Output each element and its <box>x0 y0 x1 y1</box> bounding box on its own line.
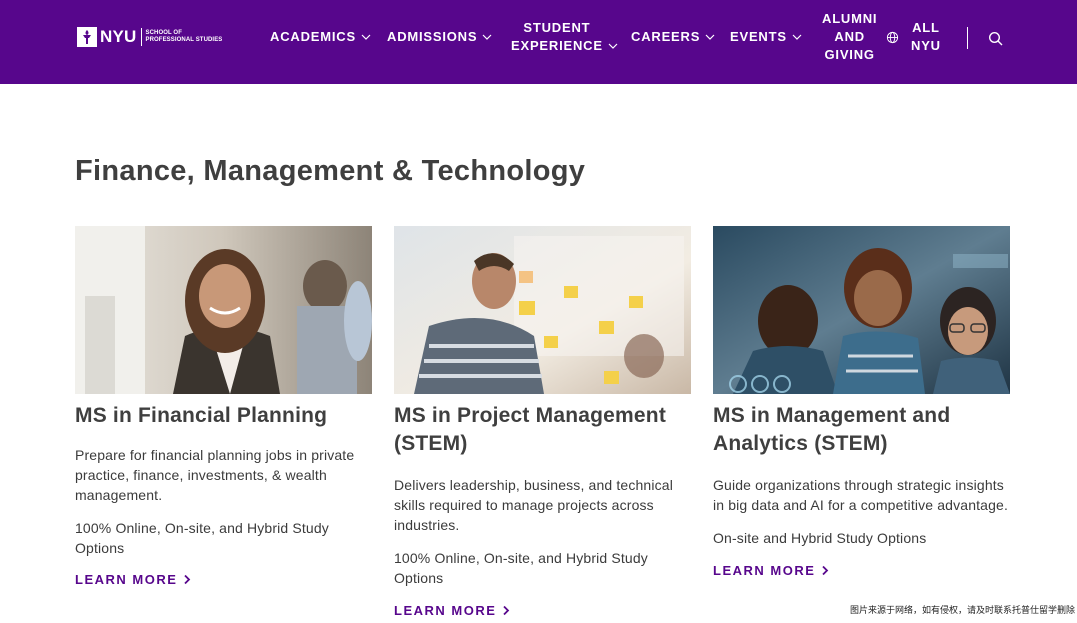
nav-events[interactable]: EVENTS <box>730 28 803 46</box>
program-title[interactable]: MS in Financial Planning <box>75 402 372 430</box>
nyu-sps-logo[interactable]: NYU SCHOOL OF PROFESSIONAL STUDIES <box>77 27 222 47</box>
chevron-down-icon <box>608 43 618 49</box>
globe-icon <box>886 31 899 43</box>
program-title[interactable]: MS in Management and Analytics (STEM) <box>713 402 1010 458</box>
program-card-management-analytics: MS in Management and Analytics (STEM) Gu… <box>713 226 1010 580</box>
logo-subtitle: SCHOOL OF PROFESSIONAL STUDIES <box>146 30 223 44</box>
program-study-options: 100% Online, On-site, and Hybrid Study O… <box>75 520 329 556</box>
nav-events-label: EVENTS <box>730 29 787 44</box>
page-title: Finance, Management & Technology <box>75 155 586 187</box>
chevron-down-icon <box>792 34 802 40</box>
program-title[interactable]: MS in Project Management (STEM) <box>394 402 691 458</box>
logo-sub-line2: PROFESSIONAL STUDIES <box>145 37 223 43</box>
logo-divider <box>140 28 142 46</box>
nav-academics-label: ACADEMICS <box>270 29 356 44</box>
nav-alumni-line1: ALUMNI <box>822 11 878 26</box>
logo-nyu-text: NYU <box>100 27 137 46</box>
program-description: Delivers leadership, business, and techn… <box>394 477 673 533</box>
chevron-right-icon <box>822 565 829 576</box>
learn-more-link[interactable]: LEARN MORE <box>75 572 191 587</box>
learn-more-link[interactable]: LEARN MORE <box>713 563 829 578</box>
nav-alumni-line2: AND <box>834 29 865 44</box>
torch-icon <box>77 27 97 47</box>
image-source-watermark: 图片来源于网络，如有侵权，请及时联系托普仕留学删除 <box>847 602 1077 617</box>
learn-more-label: LEARN MORE <box>713 563 816 578</box>
chevron-down-icon <box>482 34 492 40</box>
program-image[interactable] <box>713 226 1010 394</box>
nav-admissions-label: ADMISSIONS <box>387 29 478 44</box>
program-card-project-management: MS in Project Management (STEM) Delivers… <box>394 226 691 620</box>
nav-student-line1: STUDENT <box>523 20 591 35</box>
search-icon[interactable] <box>988 31 1004 47</box>
nav-all-line1: ALL <box>912 20 940 35</box>
nav-divider <box>967 27 968 49</box>
learn-more-link[interactable]: LEARN MORE <box>394 603 510 618</box>
chevron-down-icon <box>705 34 715 40</box>
logo-sub-line1: SCHOOL OF <box>145 30 182 36</box>
program-card-financial-planning: MS in Financial Planning Prepare for fin… <box>75 226 372 589</box>
program-image[interactable] <box>75 226 372 394</box>
site-header: NYU SCHOOL OF PROFESSIONAL STUDIES ACADE… <box>0 0 1077 84</box>
program-description: Guide organizations through strategic in… <box>713 477 1009 513</box>
learn-more-label: LEARN MORE <box>394 603 497 618</box>
chevron-down-icon <box>361 34 371 40</box>
program-description: Prepare for financial planning jobs in p… <box>75 447 355 503</box>
nav-alumni-line3: GIVING <box>824 47 875 62</box>
program-study-options: 100% Online, On-site, and Hybrid Study O… <box>394 550 648 586</box>
nav-admissions[interactable]: ADMISSIONS <box>387 28 493 46</box>
chevron-right-icon <box>503 605 510 616</box>
nav-all-nyu[interactable]: ALL NYU <box>886 19 941 55</box>
program-image[interactable] <box>394 226 691 394</box>
nav-careers[interactable]: CAREERS <box>631 28 716 46</box>
nav-all-line2: NYU <box>911 38 941 53</box>
nav-academics[interactable]: ACADEMICS <box>270 28 372 46</box>
chevron-right-icon <box>184 574 191 585</box>
nav-student-line2: EXPERIENCE <box>511 38 603 53</box>
learn-more-label: LEARN MORE <box>75 572 178 587</box>
nav-student-experience[interactable]: STUDENT EXPERIENCE <box>511 19 619 55</box>
program-study-options: On-site and Hybrid Study Options <box>713 530 927 546</box>
nav-careers-label: CAREERS <box>631 29 701 44</box>
nav-alumni-and-giving[interactable]: ALUMNI AND GIVING <box>822 10 877 64</box>
